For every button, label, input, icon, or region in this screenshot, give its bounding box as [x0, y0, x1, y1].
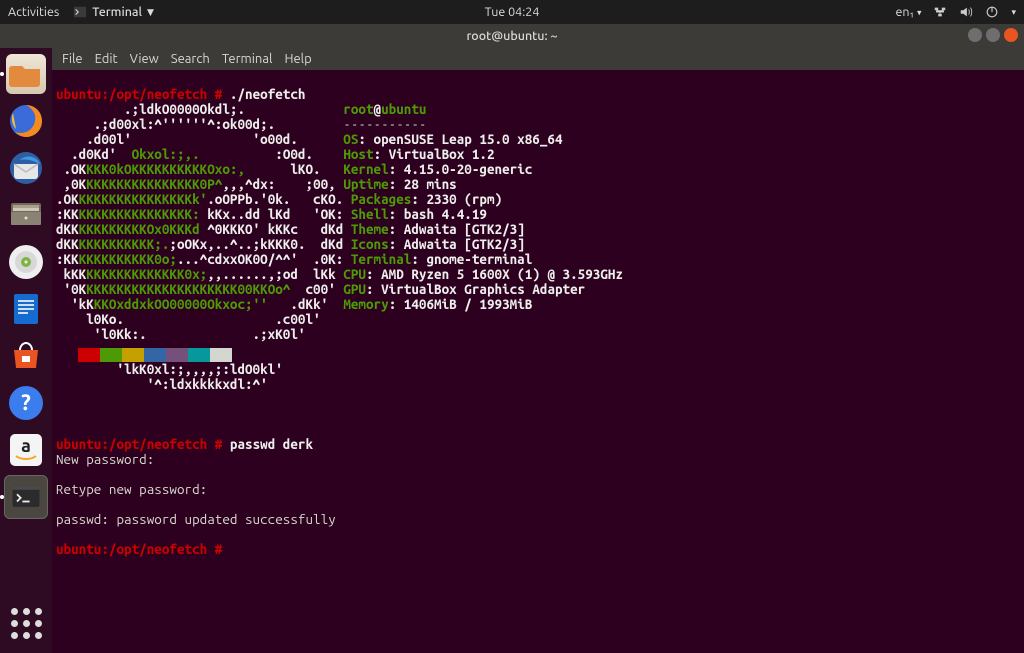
network-icon[interactable]: [933, 5, 947, 19]
volume-icon[interactable]: [959, 5, 973, 19]
app-menu-label: Terminal: [92, 5, 142, 19]
menu-view[interactable]: View: [130, 52, 159, 66]
prompt: ubuntu:/opt/neofetch #: [56, 86, 222, 102]
menu-search[interactable]: Search: [171, 52, 210, 66]
file-manager-icon[interactable]: [4, 193, 48, 237]
ubuntu-dock: ? a: [0, 48, 52, 653]
power-icon[interactable]: [985, 5, 999, 19]
passwd-line1: New password:: [56, 452, 1020, 467]
rhythmbox-icon[interactable]: [4, 240, 48, 284]
svg-text:a: a: [21, 436, 31, 456]
thunderbird-icon[interactable]: [4, 146, 48, 190]
activities-button[interactable]: Activities: [8, 5, 59, 19]
app-menu[interactable]: Terminal ▼: [73, 5, 154, 19]
show-applications-button[interactable]: [4, 601, 48, 645]
window-title: root@ubuntu: ~: [466, 29, 557, 43]
menu-terminal[interactable]: Terminal: [222, 52, 273, 66]
help-icon[interactable]: ?: [4, 381, 48, 425]
menu-help[interactable]: Help: [284, 52, 311, 66]
system-menu-chevron-icon[interactable]: ▾: [1011, 7, 1016, 18]
amazon-icon[interactable]: a: [4, 428, 48, 472]
window-titlebar: root@ubuntu: ~: [0, 24, 1024, 48]
passwd-line2: Retype new password:: [56, 482, 1020, 497]
prompt: ubuntu:/opt/neofetch #: [56, 436, 222, 452]
cmd-neofetch: ./neofetch: [222, 86, 305, 102]
chevron-down-icon: ▼: [147, 7, 154, 18]
terminal-body[interactable]: ubuntu:/opt/neofetch # ./neofetch .;ldkO…: [52, 70, 1024, 653]
firefox-icon[interactable]: [4, 99, 48, 143]
neofetch-output: .;ldkO0000Okdl;. root@ubuntu .;d00xl:^''…: [56, 102, 1020, 392]
passwd-line3: passwd: password updated successfully: [56, 512, 1020, 527]
apps-grid-icon: [11, 608, 42, 639]
window-minimize-button[interactable]: [968, 28, 982, 42]
menu-file[interactable]: File: [62, 52, 83, 66]
files-icon[interactable]: [4, 52, 48, 96]
menu-edit[interactable]: Edit: [95, 52, 118, 66]
cmd-passwd: passwd derk: [222, 436, 313, 452]
ubuntu-software-icon[interactable]: [4, 334, 48, 378]
window-close-button[interactable]: [1004, 28, 1018, 42]
keyboard-layout-indicator[interactable]: en₁ ▾: [896, 5, 922, 19]
color-swatches: [56, 348, 1020, 362]
window-maximize-button[interactable]: [986, 28, 1000, 42]
terminal-icon[interactable]: [4, 475, 48, 519]
svg-text:?: ?: [21, 390, 31, 415]
terminal-icon: [73, 5, 87, 19]
libreoffice-writer-icon[interactable]: [4, 287, 48, 331]
gnome-top-panel: Activities Terminal ▼ Tue 04:24 en₁ ▾ ▾: [0, 0, 1024, 24]
prompt: ubuntu:/opt/neofetch #: [56, 541, 222, 557]
terminal-menubar: File Edit View Search Terminal Help: [52, 48, 1024, 70]
